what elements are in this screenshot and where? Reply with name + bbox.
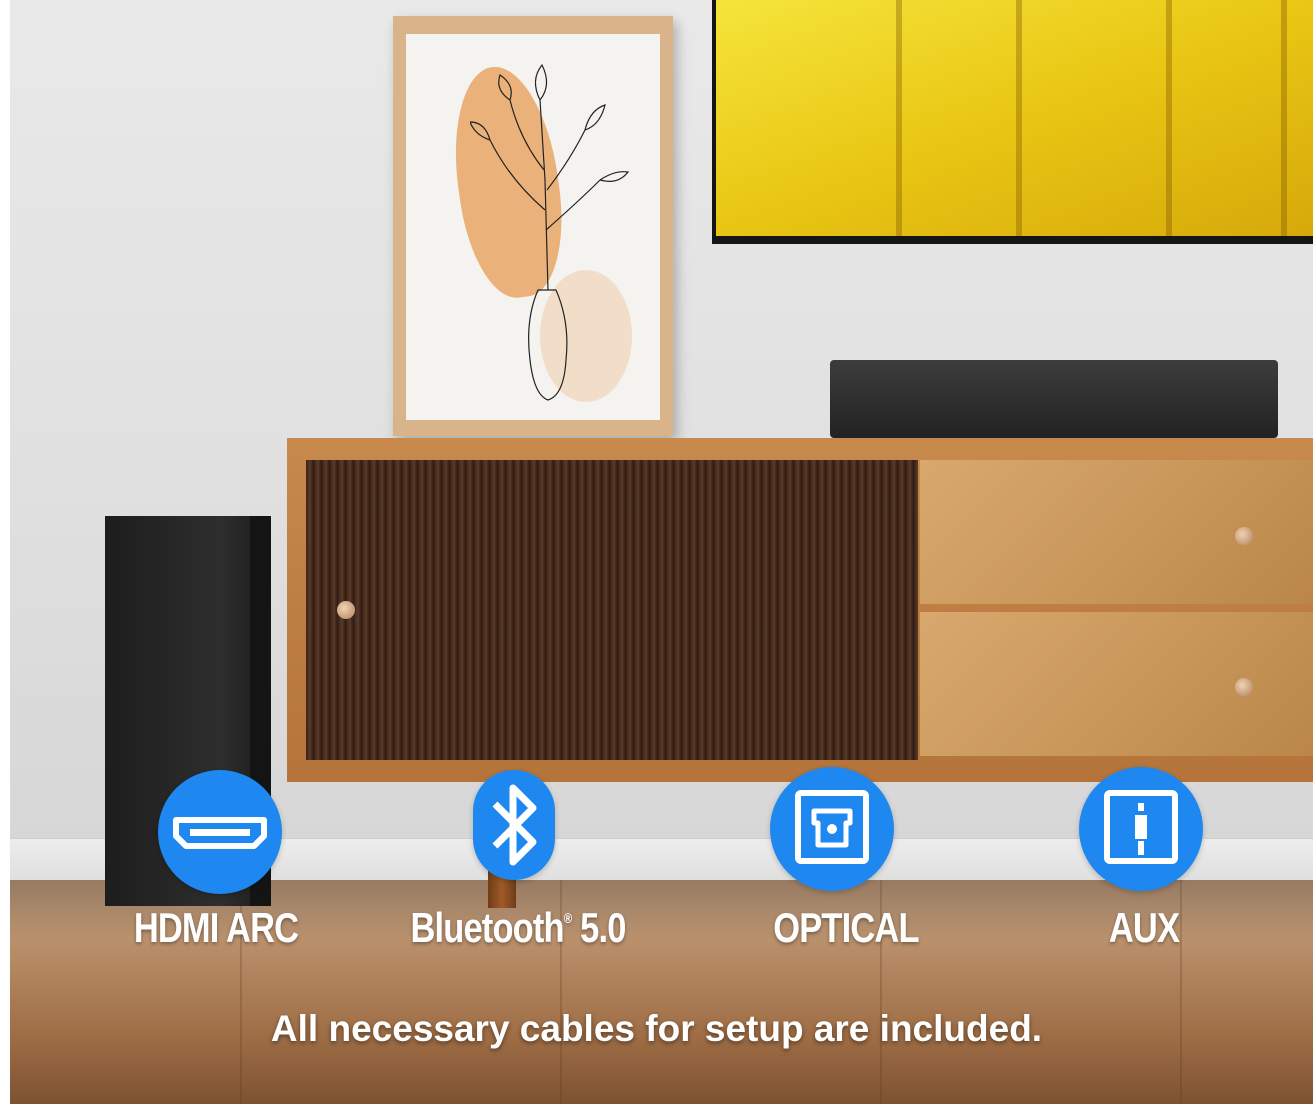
optical-port-icon xyxy=(770,767,894,891)
slatted-door xyxy=(306,460,918,760)
aux-jack-icon xyxy=(1079,767,1203,891)
left-margin xyxy=(0,0,10,1104)
cables-included-note: All necessary cables for setup are inclu… xyxy=(270,1008,1043,1049)
drawer xyxy=(920,460,1313,604)
bluetooth-name: Bluetooth xyxy=(410,904,564,951)
door-knob xyxy=(337,601,355,619)
hdmi-port-icon xyxy=(158,770,282,894)
drawer-knob xyxy=(1235,527,1253,545)
bluetooth-label: Bluetooth® 5.0 xyxy=(403,904,633,952)
tv-screen xyxy=(716,0,1313,236)
optical-label: OPTICAL xyxy=(773,904,919,951)
plant-drawing xyxy=(470,63,630,401)
product-scene: HDMI ARC Bluetooth® 5.0 OPTICAL AUX All … xyxy=(0,0,1313,1104)
bluetooth-version: 5.0 xyxy=(571,904,626,951)
hdmi-arc-label: HDMI ARC xyxy=(133,904,299,951)
drawer-knob xyxy=(1235,678,1253,696)
bluetooth-icon xyxy=(473,770,555,880)
aux-label: AUX xyxy=(1108,904,1180,951)
drawer xyxy=(920,612,1313,756)
registered-mark: ® xyxy=(563,910,572,926)
soundbar xyxy=(830,360,1278,438)
